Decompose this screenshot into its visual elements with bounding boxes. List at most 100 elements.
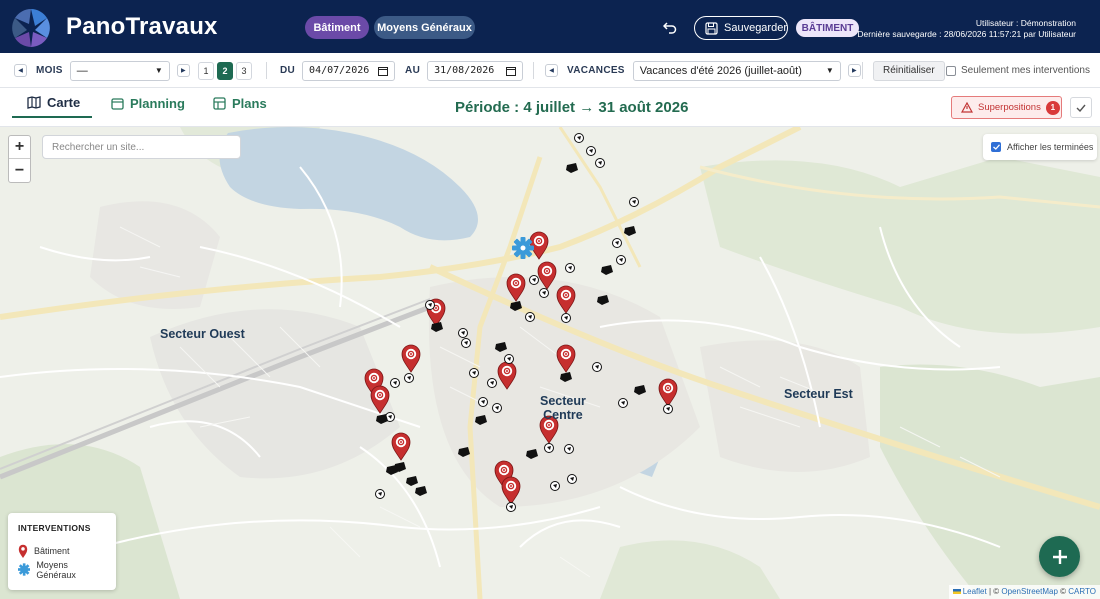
carto-link[interactable]: CARTO: [1068, 587, 1096, 596]
legend-batiment-label: Bâtiment: [34, 545, 70, 556]
map-attribution: Leaflet | © OpenStreetMap © CARTO: [948, 585, 1100, 599]
pill-batiment-button[interactable]: Bâtiment: [305, 16, 369, 39]
legend-title: INTERVENTIONS: [18, 523, 91, 533]
week-button-1[interactable]: 1: [198, 61, 214, 80]
mois-select-value: —: [76, 64, 88, 77]
legend-item-moyens: Moyens Généraux: [18, 559, 106, 580]
du-date-input[interactable]: 04/07/2026: [302, 60, 396, 81]
batiment-marker[interactable]: [658, 378, 678, 407]
domain-badge: BÂTIMENT: [796, 19, 859, 37]
vacances-select-value: Vacances d'été 2026 (juillet-août): [639, 64, 802, 77]
divider: [862, 62, 863, 79]
leaflet-flag-icon: [952, 589, 961, 594]
top-header: PanoTravaux Bâtiment Moyens Généraux Sau…: [0, 0, 1100, 53]
calendar-icon: [378, 66, 389, 76]
pin-icon: [18, 544, 28, 558]
zoom-out-button[interactable]: −: [9, 159, 30, 182]
markers-layer: [364, 133, 678, 512]
plus-icon: [1052, 549, 1067, 564]
last-save-line: Dernière sauvegarde : 28/06/2026 11:57:2…: [857, 29, 1076, 39]
sector-label-centre-line1: Secteur: [540, 394, 586, 408]
undo-button[interactable]: [660, 17, 680, 37]
show-completed-checkbox[interactable]: [991, 142, 1001, 152]
tab-planning[interactable]: Planning: [111, 88, 185, 118]
tab-planning-label: Planning: [130, 95, 185, 111]
tab-carte[interactable]: Carte: [12, 88, 92, 118]
user-info: Utilisateur : Démonstration Dernière sau…: [857, 18, 1076, 40]
vacances-select[interactable]: Vacances d'été 2026 (juillet-août) ▼: [632, 60, 841, 81]
site-search-input[interactable]: Rechercher un site...: [42, 135, 241, 159]
add-intervention-button[interactable]: [1039, 536, 1080, 577]
batiment-marker[interactable]: [537, 261, 557, 290]
check-icon: [992, 144, 1000, 150]
tabs-bar: Carte Planning Plans Période : 4 juillet…: [0, 88, 1100, 127]
batiment-marker[interactable]: [497, 361, 517, 390]
pill-moyens-generaux-button[interactable]: Moyens Généraux: [374, 16, 475, 39]
vacances-label: VACANCES: [567, 65, 625, 76]
week-button-3[interactable]: 3: [236, 61, 252, 80]
gear-icon: [18, 563, 31, 576]
batiment-marker[interactable]: [556, 285, 576, 314]
save-icon: [705, 21, 718, 35]
au-date-value: 31/08/2026: [434, 65, 495, 76]
moyens-generaux-marker[interactable]: [512, 237, 534, 259]
legend-moyens-label: Moyens Généraux: [36, 559, 76, 580]
map-view[interactable]: + − Rechercher un site... Afficher les t…: [0, 127, 1100, 599]
mois-select[interactable]: — ▼: [69, 60, 170, 81]
layout-icon: [213, 96, 226, 110]
osm-link[interactable]: OpenStreetMap: [1001, 587, 1057, 596]
only-mine-group: Seulement mes interventions: [946, 53, 1090, 88]
overlaps-label: Superpositions: [978, 102, 1041, 113]
attribution-copyright: ©: [993, 587, 1000, 596]
vacances-prev-button[interactable]: ◀: [545, 64, 558, 77]
check-icon: [1076, 104, 1086, 112]
map-legend: INTERVENTIONS Bâtiment Moyens Généraux: [8, 513, 116, 590]
user-line: Utilisateur : Démonstration: [975, 18, 1076, 28]
zoom-in-button[interactable]: +: [9, 136, 30, 159]
reset-button[interactable]: Réinitialiser: [873, 60, 945, 81]
week-buttons: 1 2 3: [198, 53, 255, 88]
save-button-label: Sauvegarder: [724, 22, 787, 34]
tab-plans-label: Plans: [232, 95, 267, 111]
undo-icon: [663, 22, 677, 34]
chevron-down-icon: ▼: [825, 66, 834, 75]
du-label: DU: [280, 65, 296, 76]
calendar-icon: [506, 66, 517, 76]
leaflet-link[interactable]: Leaflet: [963, 587, 987, 596]
mois-group: ◀ MOIS — ▼ ▶: [14, 53, 190, 88]
validate-button[interactable]: [1070, 97, 1092, 118]
mois-next-button[interactable]: ▶: [176, 64, 190, 77]
warning-icon: [961, 102, 973, 113]
divider: [266, 62, 267, 79]
batiment-marker[interactable]: [506, 273, 526, 302]
week-button-2[interactable]: 2: [217, 61, 233, 80]
mois-prev-button[interactable]: ◀: [14, 64, 27, 77]
only-mine-checkbox[interactable]: [946, 65, 956, 76]
date-range-group: DU 04/07/2026 AU 31/08/2026: [280, 53, 524, 88]
zoom-control: + −: [8, 135, 31, 183]
batiment-marker[interactable]: [501, 476, 521, 505]
save-button[interactable]: Sauvegarder: [694, 16, 788, 40]
calendar-icon: [111, 97, 124, 110]
sector-label-ouest: Secteur Ouest: [160, 327, 245, 341]
logo-icon: [12, 9, 50, 47]
au-date-input[interactable]: 31/08/2026: [427, 60, 524, 81]
show-completed-label: Afficher les terminées: [1007, 142, 1094, 152]
batiment-marker[interactable]: [391, 432, 411, 461]
filter-bar: ◀ MOIS — ▼ ▶ 1 2 3 DU 04/07/2026 AU 31/0…: [0, 53, 1100, 88]
brand-title: PanoTravaux: [66, 13, 218, 40]
overlaps-count-badge: 1: [1045, 100, 1060, 115]
sector-label-centre-line2: Centre: [543, 408, 583, 422]
chevron-down-icon: ▼: [154, 66, 163, 75]
sector-label-est: Secteur Est: [784, 387, 853, 401]
completed-markers: [375, 133, 673, 512]
mois-label: MOIS: [36, 65, 63, 76]
batiment-marker[interactable]: [370, 385, 390, 414]
vacances-next-button[interactable]: ▶: [847, 64, 861, 77]
period-title: Période : 4 juillet → 31 août 2026: [455, 99, 689, 116]
batiment-marker[interactable]: [401, 344, 421, 373]
overlaps-button[interactable]: Superpositions 1: [951, 96, 1062, 119]
au-label: AU: [405, 65, 421, 76]
tab-plans[interactable]: Plans: [213, 88, 267, 118]
batiment-marker[interactable]: [556, 344, 576, 373]
